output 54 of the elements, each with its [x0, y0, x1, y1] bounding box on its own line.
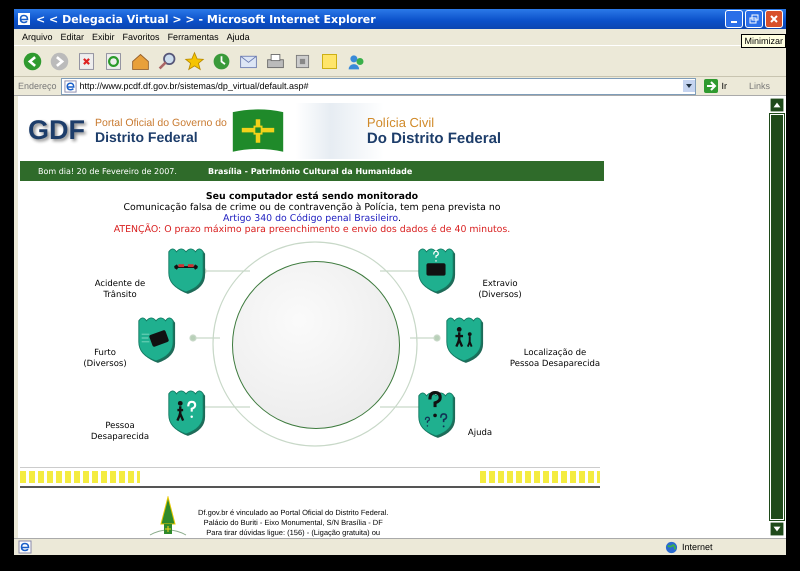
go-arrow-icon [704, 79, 718, 93]
close-icon [769, 14, 779, 24]
history-icon[interactable] [211, 50, 232, 72]
service-label[interactable]: Extravio (Diversos) [460, 279, 540, 302]
notice-heading: Seu computador está sendo monitorado [206, 191, 418, 202]
go-button[interactable]: Ir [700, 79, 731, 93]
menu-item[interactable]: Editar [58, 32, 86, 42]
notice-text: Comunicação falsa de crime ou de contravenção à Polícia, tem pena prevista no [123, 202, 501, 214]
back-icon[interactable] [22, 50, 43, 72]
address-label: Endereço [18, 81, 57, 91]
scrollbar[interactable] [768, 96, 786, 538]
search-icon[interactable] [157, 50, 178, 72]
globe-icon [665, 540, 678, 554]
law-link[interactable]: Artigo 340 do Código penal Brasileiro [223, 213, 398, 224]
minimize-button[interactable] [725, 10, 743, 28]
flag-drawing [230, 108, 285, 154]
greeting-text: Bom dia! 20 de Fevereiro de 2007. [38, 166, 178, 176]
gdf-logo: GDF [28, 115, 85, 146]
tooltip: Minimizar [741, 34, 786, 48]
page-icon [17, 12, 31, 26]
service-label[interactable]: Acidente de Trânsito [75, 279, 165, 302]
menu-item[interactable]: Ferramentas [166, 32, 221, 42]
maximize-button[interactable] [745, 10, 763, 28]
portal-subtitle: Portal Oficial do Governo do [95, 116, 227, 129]
service-label[interactable]: Ajuda [450, 428, 510, 440]
dropdown-icon[interactable] [683, 80, 696, 92]
monument-icon [148, 496, 188, 536]
menu-item[interactable]: Arquivo [20, 32, 55, 42]
star-icon[interactable] [184, 50, 205, 72]
restore-icon [749, 14, 759, 24]
scroll-down-icon[interactable] [770, 522, 784, 536]
service-label[interactable]: Localização de Pessoa Desaparecida [500, 348, 610, 370]
police-subtitle: Polícia Civil [366, 114, 436, 130]
window-title: < < Delegacia Virtual > > - Microsoft Internet Explorer [36, 12, 376, 26]
portal-title: Distrito Federal [95, 128, 199, 145]
menu-item[interactable]: Ajuda [224, 32, 252, 42]
page-icon [64, 80, 77, 92]
scroll-up-icon[interactable] [770, 98, 784, 112]
address-field[interactable]: http://www.pcdf.df.gov.br/sistemas/dp_virtual/default.asp# [60, 78, 696, 94]
stop-icon[interactable] [76, 50, 97, 72]
refresh-icon[interactable] [103, 50, 124, 72]
motto-text: Brasília - Patrimônio Cultural da Humanidade [208, 166, 412, 176]
close-button[interactable] [765, 10, 783, 28]
warning-text: ATENÇÃO: O prazo máximo para preenchimento e envio dos dados é de 40 minutos. [114, 224, 510, 236]
service-label[interactable]: Pessoa Desaparecida [75, 421, 165, 444]
minimize-icon [731, 21, 737, 23]
link-period: . [398, 213, 401, 224]
service-label[interactable]: Furto (Diversos) [65, 348, 145, 370]
security-zone: Internet [682, 542, 714, 552]
police-title: Do Distrito Federal [366, 130, 502, 147]
menu-item[interactable]: Favoritos [120, 32, 162, 42]
menu-item[interactable]: Exibir [90, 32, 117, 42]
page-status-icon [18, 540, 32, 554]
links-button[interactable]: Links [734, 81, 782, 91]
